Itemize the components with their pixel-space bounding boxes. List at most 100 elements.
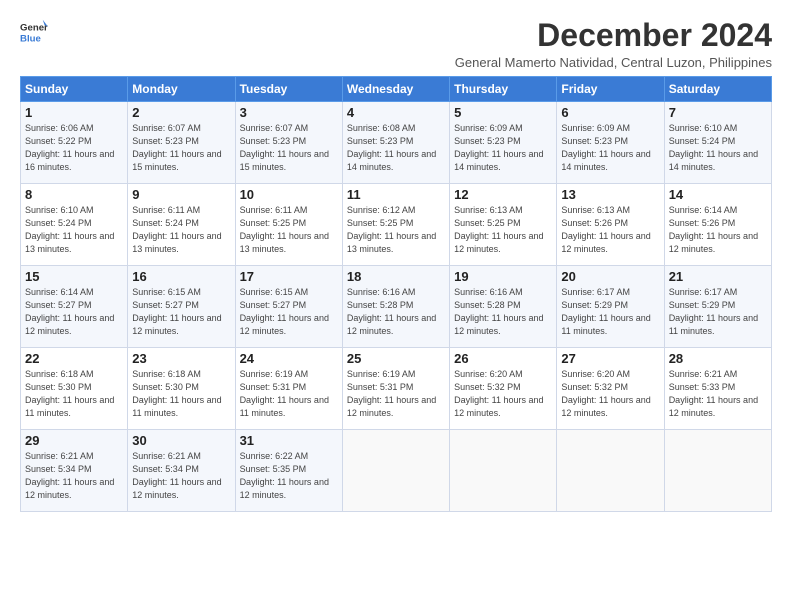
main-title: December 2024 xyxy=(455,18,772,53)
calendar-cell: 26 Sunrise: 6:20 AMSunset: 5:32 PMDaylig… xyxy=(450,348,557,430)
day-header-monday: Monday xyxy=(128,77,235,102)
calendar-cell: 8 Sunrise: 6:10 AMSunset: 5:24 PMDayligh… xyxy=(21,184,128,266)
day-number: 11 xyxy=(347,187,445,202)
day-info: Sunrise: 6:22 AMSunset: 5:35 PMDaylight:… xyxy=(240,451,329,500)
day-info: Sunrise: 6:06 AMSunset: 5:22 PMDaylight:… xyxy=(25,123,114,172)
calendar-cell: 5 Sunrise: 6:09 AMSunset: 5:23 PMDayligh… xyxy=(450,102,557,184)
calendar-cell: 31 Sunrise: 6:22 AMSunset: 5:35 PMDaylig… xyxy=(235,430,342,512)
day-number: 10 xyxy=(240,187,338,202)
calendar-cell: 25 Sunrise: 6:19 AMSunset: 5:31 PMDaylig… xyxy=(342,348,449,430)
day-header-thursday: Thursday xyxy=(450,77,557,102)
day-number: 13 xyxy=(561,187,659,202)
day-number: 2 xyxy=(132,105,230,120)
day-number: 17 xyxy=(240,269,338,284)
day-number: 8 xyxy=(25,187,123,202)
day-number: 4 xyxy=(347,105,445,120)
calendar-cell: 27 Sunrise: 6:20 AMSunset: 5:32 PMDaylig… xyxy=(557,348,664,430)
calendar-cell: 11 Sunrise: 6:12 AMSunset: 5:25 PMDaylig… xyxy=(342,184,449,266)
calendar-week-5: 29 Sunrise: 6:21 AMSunset: 5:34 PMDaylig… xyxy=(21,430,772,512)
calendar-cell: 30 Sunrise: 6:21 AMSunset: 5:34 PMDaylig… xyxy=(128,430,235,512)
calendar-cell: 21 Sunrise: 6:17 AMSunset: 5:29 PMDaylig… xyxy=(664,266,771,348)
day-info: Sunrise: 6:17 AMSunset: 5:29 PMDaylight:… xyxy=(669,287,758,336)
day-number: 7 xyxy=(669,105,767,120)
day-info: Sunrise: 6:13 AMSunset: 5:25 PMDaylight:… xyxy=(454,205,543,254)
day-number: 3 xyxy=(240,105,338,120)
day-number: 9 xyxy=(132,187,230,202)
day-info: Sunrise: 6:11 AMSunset: 5:24 PMDaylight:… xyxy=(132,205,221,254)
day-info: Sunrise: 6:13 AMSunset: 5:26 PMDaylight:… xyxy=(561,205,650,254)
calendar-cell: 16 Sunrise: 6:15 AMSunset: 5:27 PMDaylig… xyxy=(128,266,235,348)
logo-icon: General Blue xyxy=(20,18,48,46)
calendar-cell: 19 Sunrise: 6:16 AMSunset: 5:28 PMDaylig… xyxy=(450,266,557,348)
day-number: 18 xyxy=(347,269,445,284)
calendar-cell: 6 Sunrise: 6:09 AMSunset: 5:23 PMDayligh… xyxy=(557,102,664,184)
day-info: Sunrise: 6:21 AMSunset: 5:34 PMDaylight:… xyxy=(25,451,114,500)
subtitle: General Mamerto Natividad, Central Luzon… xyxy=(455,55,772,70)
calendar-cell xyxy=(664,430,771,512)
day-number: 14 xyxy=(669,187,767,202)
calendar-cell: 4 Sunrise: 6:08 AMSunset: 5:23 PMDayligh… xyxy=(342,102,449,184)
day-info: Sunrise: 6:19 AMSunset: 5:31 PMDaylight:… xyxy=(347,369,436,418)
day-number: 15 xyxy=(25,269,123,284)
day-number: 1 xyxy=(25,105,123,120)
day-info: Sunrise: 6:15 AMSunset: 5:27 PMDaylight:… xyxy=(132,287,221,336)
calendar-cell: 1 Sunrise: 6:06 AMSunset: 5:22 PMDayligh… xyxy=(21,102,128,184)
day-info: Sunrise: 6:18 AMSunset: 5:30 PMDaylight:… xyxy=(25,369,114,418)
day-number: 31 xyxy=(240,433,338,448)
calendar-cell: 2 Sunrise: 6:07 AMSunset: 5:23 PMDayligh… xyxy=(128,102,235,184)
calendar-cell xyxy=(557,430,664,512)
day-info: Sunrise: 6:16 AMSunset: 5:28 PMDaylight:… xyxy=(347,287,436,336)
day-number: 23 xyxy=(132,351,230,366)
day-number: 29 xyxy=(25,433,123,448)
calendar-cell: 10 Sunrise: 6:11 AMSunset: 5:25 PMDaylig… xyxy=(235,184,342,266)
day-info: Sunrise: 6:15 AMSunset: 5:27 PMDaylight:… xyxy=(240,287,329,336)
title-block: December 2024 General Mamerto Natividad,… xyxy=(455,18,772,70)
calendar-cell: 3 Sunrise: 6:07 AMSunset: 5:23 PMDayligh… xyxy=(235,102,342,184)
day-number: 26 xyxy=(454,351,552,366)
day-info: Sunrise: 6:18 AMSunset: 5:30 PMDaylight:… xyxy=(132,369,221,418)
calendar-table: SundayMondayTuesdayWednesdayThursdayFrid… xyxy=(20,76,772,512)
calendar-cell: 9 Sunrise: 6:11 AMSunset: 5:24 PMDayligh… xyxy=(128,184,235,266)
day-number: 30 xyxy=(132,433,230,448)
page: General Blue December 2024 General Mamer… xyxy=(0,0,792,612)
calendar-cell: 7 Sunrise: 6:10 AMSunset: 5:24 PMDayligh… xyxy=(664,102,771,184)
day-number: 24 xyxy=(240,351,338,366)
day-number: 27 xyxy=(561,351,659,366)
day-info: Sunrise: 6:21 AMSunset: 5:34 PMDaylight:… xyxy=(132,451,221,500)
day-info: Sunrise: 6:19 AMSunset: 5:31 PMDaylight:… xyxy=(240,369,329,418)
calendar-cell xyxy=(342,430,449,512)
day-info: Sunrise: 6:17 AMSunset: 5:29 PMDaylight:… xyxy=(561,287,650,336)
day-info: Sunrise: 6:12 AMSunset: 5:25 PMDaylight:… xyxy=(347,205,436,254)
day-header-friday: Friday xyxy=(557,77,664,102)
calendar-cell: 22 Sunrise: 6:18 AMSunset: 5:30 PMDaylig… xyxy=(21,348,128,430)
day-info: Sunrise: 6:20 AMSunset: 5:32 PMDaylight:… xyxy=(454,369,543,418)
svg-text:General: General xyxy=(20,22,48,33)
day-info: Sunrise: 6:16 AMSunset: 5:28 PMDaylight:… xyxy=(454,287,543,336)
day-info: Sunrise: 6:07 AMSunset: 5:23 PMDaylight:… xyxy=(132,123,221,172)
calendar-cell: 23 Sunrise: 6:18 AMSunset: 5:30 PMDaylig… xyxy=(128,348,235,430)
day-number: 20 xyxy=(561,269,659,284)
day-number: 12 xyxy=(454,187,552,202)
day-number: 5 xyxy=(454,105,552,120)
day-header-wednesday: Wednesday xyxy=(342,77,449,102)
day-number: 22 xyxy=(25,351,123,366)
day-info: Sunrise: 6:21 AMSunset: 5:33 PMDaylight:… xyxy=(669,369,758,418)
calendar-week-2: 8 Sunrise: 6:10 AMSunset: 5:24 PMDayligh… xyxy=(21,184,772,266)
day-info: Sunrise: 6:14 AMSunset: 5:27 PMDaylight:… xyxy=(25,287,114,336)
day-number: 25 xyxy=(347,351,445,366)
calendar-cell: 14 Sunrise: 6:14 AMSunset: 5:26 PMDaylig… xyxy=(664,184,771,266)
day-number: 6 xyxy=(561,105,659,120)
day-info: Sunrise: 6:09 AMSunset: 5:23 PMDaylight:… xyxy=(561,123,650,172)
day-info: Sunrise: 6:10 AMSunset: 5:24 PMDaylight:… xyxy=(25,205,114,254)
calendar-cell: 12 Sunrise: 6:13 AMSunset: 5:25 PMDaylig… xyxy=(450,184,557,266)
calendar-cell: 18 Sunrise: 6:16 AMSunset: 5:28 PMDaylig… xyxy=(342,266,449,348)
day-number: 19 xyxy=(454,269,552,284)
calendar-cell: 15 Sunrise: 6:14 AMSunset: 5:27 PMDaylig… xyxy=(21,266,128,348)
calendar-cell: 24 Sunrise: 6:19 AMSunset: 5:31 PMDaylig… xyxy=(235,348,342,430)
day-header-saturday: Saturday xyxy=(664,77,771,102)
svg-text:Blue: Blue xyxy=(20,34,41,45)
day-info: Sunrise: 6:11 AMSunset: 5:25 PMDaylight:… xyxy=(240,205,329,254)
day-info: Sunrise: 6:07 AMSunset: 5:23 PMDaylight:… xyxy=(240,123,329,172)
day-info: Sunrise: 6:10 AMSunset: 5:24 PMDaylight:… xyxy=(669,123,758,172)
calendar-cell: 20 Sunrise: 6:17 AMSunset: 5:29 PMDaylig… xyxy=(557,266,664,348)
